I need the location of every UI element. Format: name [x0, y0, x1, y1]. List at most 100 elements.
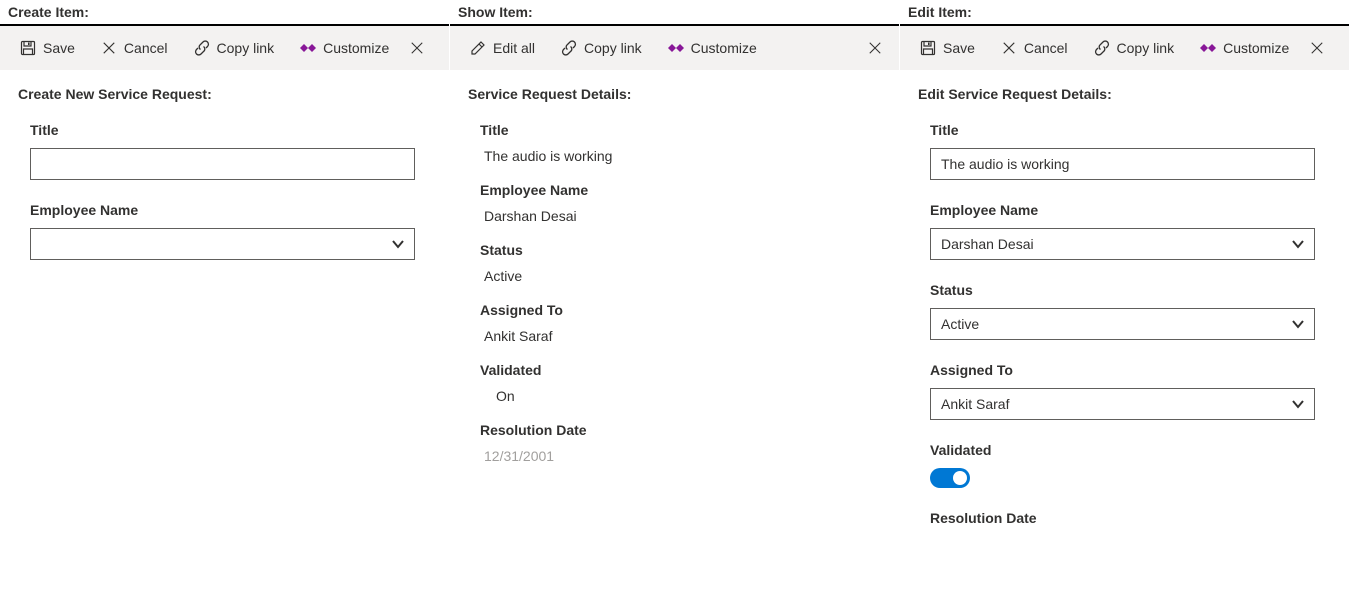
- title-label: Title: [480, 122, 881, 138]
- field-title: Title The audio is working: [468, 122, 881, 164]
- copy-link-button[interactable]: Copy link: [549, 34, 654, 62]
- status-select[interactable]: Active: [930, 308, 1315, 340]
- customize-button[interactable]: Customize: [288, 34, 401, 62]
- field-validated: Validated On: [468, 362, 881, 404]
- edit-content: Edit Service Request Details: Title Empl…: [900, 70, 1349, 564]
- assigned-label: Assigned To: [480, 302, 881, 318]
- create-content: Create New Service Request: Title Employ…: [0, 70, 449, 298]
- resolution-label: Resolution Date: [480, 422, 881, 438]
- copy-link-button[interactable]: Copy link: [182, 34, 287, 62]
- customize-icon: [1200, 40, 1216, 56]
- field-status: Status Active: [918, 282, 1331, 340]
- title-label: Title: [30, 122, 431, 138]
- chevron-down-icon: [390, 236, 406, 252]
- employee-select-value: Darshan Desai: [941, 236, 1034, 252]
- create-panel-title: Create Item:: [0, 0, 449, 24]
- save-button[interactable]: Save: [8, 34, 87, 62]
- close-icon[interactable]: [1307, 32, 1327, 64]
- save-label: Save: [43, 40, 75, 56]
- edit-all-button[interactable]: Edit all: [458, 34, 547, 62]
- status-value: Active: [480, 268, 881, 284]
- copy-link-label: Copy link: [1117, 40, 1175, 56]
- edit-all-label: Edit all: [493, 40, 535, 56]
- field-employee: Employee Name: [18, 202, 431, 260]
- save-label: Save: [943, 40, 975, 56]
- employee-label: Employee Name: [930, 202, 1331, 218]
- title-value: The audio is working: [480, 148, 881, 164]
- panels-row: Create Item: Save Cancel Copy link: [0, 0, 1349, 605]
- link-icon: [194, 40, 210, 56]
- copy-link-label: Copy link: [217, 40, 275, 56]
- show-content: Service Request Details: Title The audio…: [450, 70, 899, 498]
- validated-value: On: [480, 388, 881, 404]
- cancel-icon: [1001, 40, 1017, 56]
- customize-button[interactable]: Customize: [1188, 34, 1301, 62]
- customize-icon: [300, 40, 316, 56]
- show-heading: Service Request Details:: [468, 86, 881, 102]
- edit-icon: [470, 40, 486, 56]
- copy-link-label: Copy link: [584, 40, 642, 56]
- show-panel-title: Show Item:: [450, 0, 899, 24]
- validated-toggle[interactable]: [930, 468, 970, 488]
- field-resolution: Resolution Date: [918, 510, 1331, 526]
- close-icon[interactable]: [407, 32, 427, 64]
- status-label: Status: [480, 242, 881, 258]
- employee-label: Employee Name: [480, 182, 881, 198]
- chevron-down-icon: [1290, 236, 1306, 252]
- close-icon[interactable]: [859, 32, 891, 64]
- employee-select[interactable]: Darshan Desai: [930, 228, 1315, 260]
- resolution-value: 12/31/2001: [480, 448, 881, 464]
- customize-label: Customize: [691, 40, 757, 56]
- status-label: Status: [930, 282, 1331, 298]
- cancel-label: Cancel: [1024, 40, 1068, 56]
- save-button[interactable]: Save: [908, 34, 987, 62]
- field-assigned: Assigned To Ankit Saraf: [918, 362, 1331, 420]
- toggle-thumb: [953, 471, 967, 485]
- assigned-label: Assigned To: [930, 362, 1331, 378]
- title-label: Title: [930, 122, 1331, 138]
- field-title: Title: [918, 122, 1331, 180]
- customize-label: Customize: [323, 40, 389, 56]
- create-toolbar: Save Cancel Copy link Customize: [0, 26, 449, 70]
- edit-panel: Edit Item: Save Cancel Copy link: [900, 0, 1349, 605]
- copy-link-button[interactable]: Copy link: [1082, 34, 1187, 62]
- field-employee: Employee Name Darshan Desai: [918, 202, 1331, 260]
- resolution-label: Resolution Date: [930, 510, 1331, 526]
- edit-heading: Edit Service Request Details:: [918, 86, 1331, 102]
- create-panel: Create Item: Save Cancel Copy link: [0, 0, 450, 605]
- edit-toolbar: Save Cancel Copy link Customize: [900, 26, 1349, 70]
- edit-panel-title: Edit Item:: [900, 0, 1349, 24]
- cancel-icon: [101, 40, 117, 56]
- employee-select[interactable]: [30, 228, 415, 260]
- chevron-down-icon: [1290, 316, 1306, 332]
- customize-button[interactable]: Customize: [656, 34, 769, 62]
- link-icon: [561, 40, 577, 56]
- show-toolbar: Edit all Copy link Customize: [450, 26, 899, 70]
- save-icon: [920, 40, 936, 56]
- cancel-label: Cancel: [124, 40, 168, 56]
- employee-value: Darshan Desai: [480, 208, 881, 224]
- link-icon: [1094, 40, 1110, 56]
- validated-label: Validated: [480, 362, 881, 378]
- field-title: Title: [18, 122, 431, 180]
- assigned-select-value: Ankit Saraf: [941, 396, 1009, 412]
- save-icon: [20, 40, 36, 56]
- field-assigned: Assigned To Ankit Saraf: [468, 302, 881, 344]
- show-panel: Show Item: Edit all Copy link Customize: [450, 0, 900, 605]
- field-resolution: Resolution Date 12/31/2001: [468, 422, 881, 464]
- field-employee: Employee Name Darshan Desai: [468, 182, 881, 224]
- chevron-down-icon: [1290, 396, 1306, 412]
- create-heading: Create New Service Request:: [18, 86, 431, 102]
- field-validated: Validated: [918, 442, 1331, 488]
- status-select-value: Active: [941, 316, 979, 332]
- field-status: Status Active: [468, 242, 881, 284]
- title-input[interactable]: [30, 148, 415, 180]
- employee-label: Employee Name: [30, 202, 431, 218]
- assigned-select[interactable]: Ankit Saraf: [930, 388, 1315, 420]
- assigned-value: Ankit Saraf: [480, 328, 881, 344]
- validated-label: Validated: [930, 442, 1331, 458]
- title-input[interactable]: [930, 148, 1315, 180]
- customize-label: Customize: [1223, 40, 1289, 56]
- cancel-button[interactable]: Cancel: [989, 34, 1080, 62]
- cancel-button[interactable]: Cancel: [89, 34, 180, 62]
